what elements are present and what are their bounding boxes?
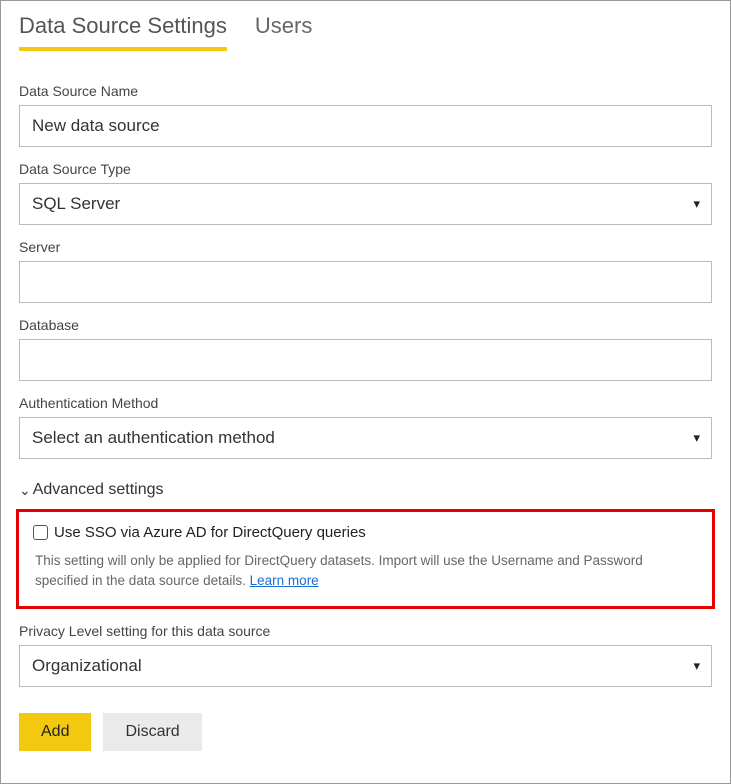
advanced-settings-label: Advanced settings xyxy=(33,481,164,499)
field-database: Database xyxy=(19,317,712,381)
add-button[interactable]: Add xyxy=(19,713,91,751)
data-source-form: Data Source Name Data Source Type SQL Se… xyxy=(1,51,730,769)
field-data-source-name: Data Source Name xyxy=(19,83,712,147)
field-server: Server xyxy=(19,239,712,303)
field-privacy-level: Privacy Level setting for this data sour… xyxy=(19,623,712,687)
data-source-type-select[interactable]: SQL Server xyxy=(19,183,712,225)
server-input[interactable] xyxy=(19,261,712,303)
sso-checkbox[interactable] xyxy=(33,525,48,540)
database-label: Database xyxy=(19,317,712,333)
privacy-level-label: Privacy Level setting for this data sour… xyxy=(19,623,712,639)
privacy-level-select[interactable]: Organizational xyxy=(19,645,712,687)
data-source-name-input[interactable] xyxy=(19,105,712,147)
tab-data-source-settings[interactable]: Data Source Settings xyxy=(19,13,227,51)
authentication-method-select[interactable]: Select an authentication method xyxy=(19,417,712,459)
learn-more-link[interactable]: Learn more xyxy=(250,573,319,588)
sso-checkbox-row: Use SSO via Azure AD for DirectQuery que… xyxy=(33,524,698,541)
server-label: Server xyxy=(19,239,712,255)
tab-bar: Data Source Settings Users xyxy=(1,1,730,51)
sso-help-text: This setting will only be applied for Di… xyxy=(33,551,698,592)
discard-button[interactable]: Discard xyxy=(103,713,201,751)
sso-setting-highlight: Use SSO via Azure AD for DirectQuery que… xyxy=(16,509,715,609)
tab-users[interactable]: Users xyxy=(255,13,312,51)
data-source-type-label: Data Source Type xyxy=(19,161,712,177)
field-data-source-type: Data Source Type SQL Server ▾ xyxy=(19,161,712,225)
field-authentication-method: Authentication Method Select an authenti… xyxy=(19,395,712,459)
authentication-method-label: Authentication Method xyxy=(19,395,712,411)
sso-checkbox-label: Use SSO via Azure AD for DirectQuery que… xyxy=(54,524,366,541)
form-buttons: Add Discard xyxy=(19,713,712,751)
data-source-name-label: Data Source Name xyxy=(19,83,712,99)
database-input[interactable] xyxy=(19,339,712,381)
advanced-settings-toggle[interactable]: ⌄ Advanced settings xyxy=(19,481,712,499)
chevron-down-icon: ⌄ xyxy=(19,482,31,499)
